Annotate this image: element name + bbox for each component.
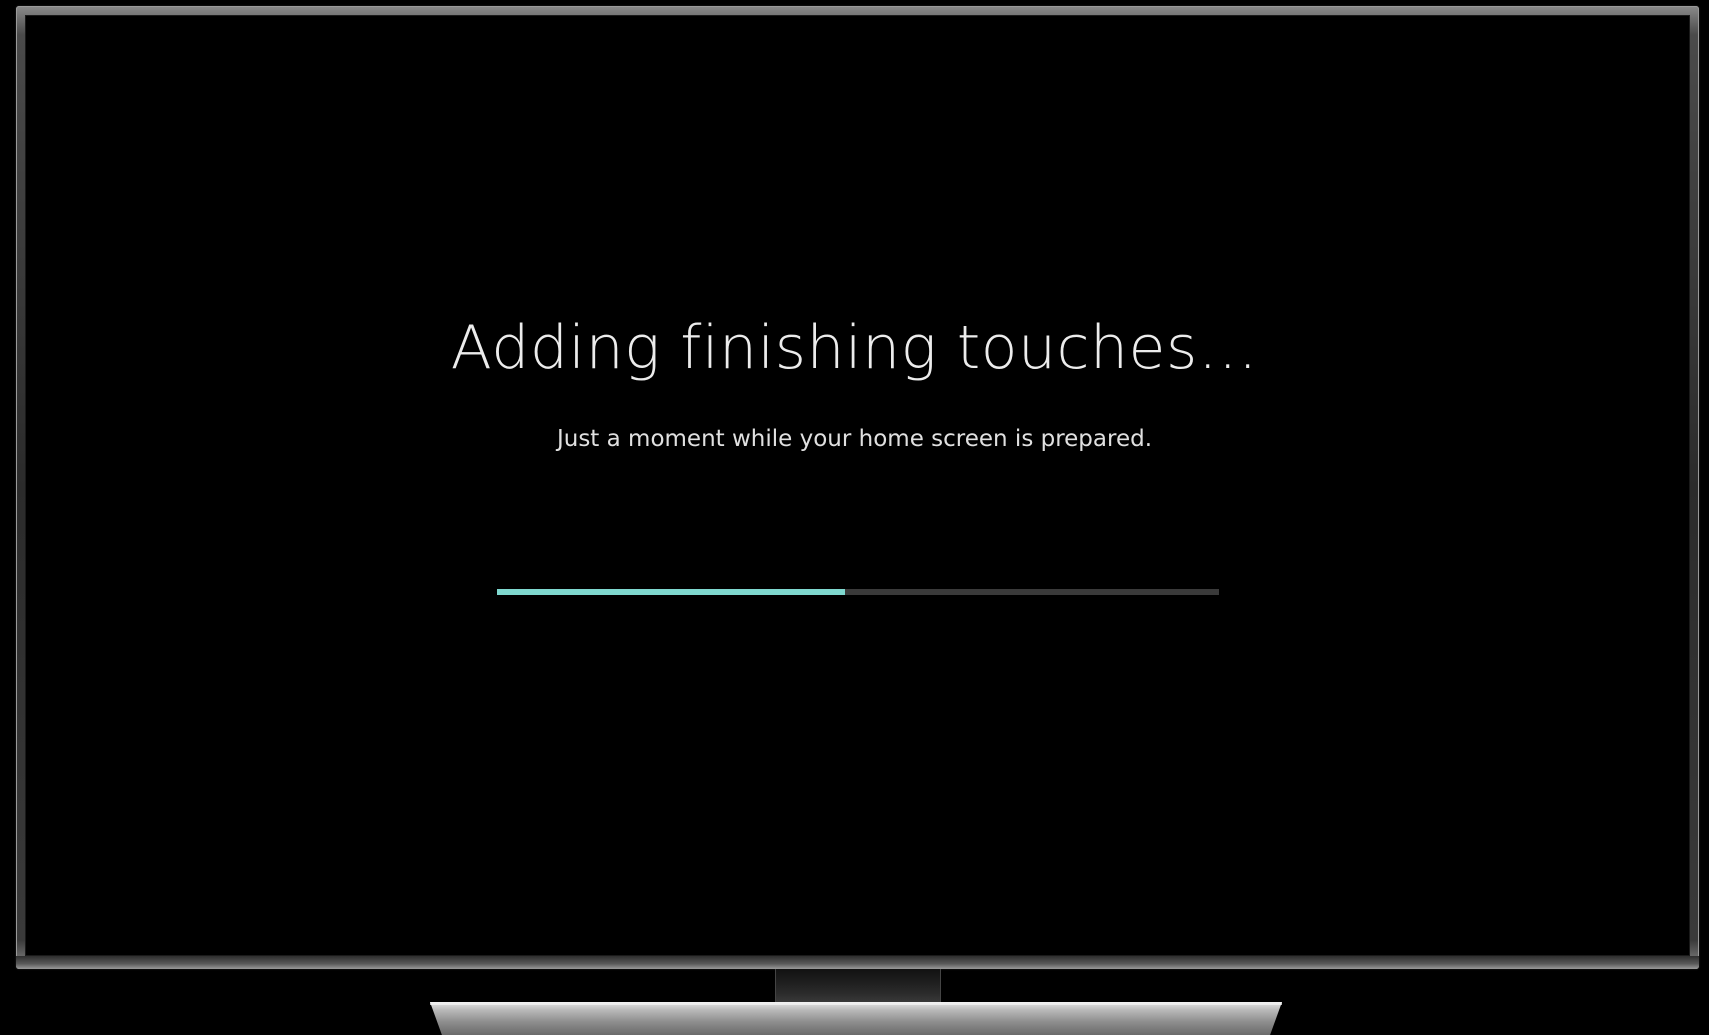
setup-screen: Adding finishing touches… Just a moment … (0, 0, 1709, 1035)
page-title: Adding finishing touches… (450, 313, 1259, 383)
stage: Adding finishing touches… Just a moment … (0, 0, 1709, 1035)
page-subtitle: Just a moment while your home screen is … (556, 426, 1153, 452)
progress-fill (497, 589, 845, 595)
progress-bar (497, 589, 1219, 595)
